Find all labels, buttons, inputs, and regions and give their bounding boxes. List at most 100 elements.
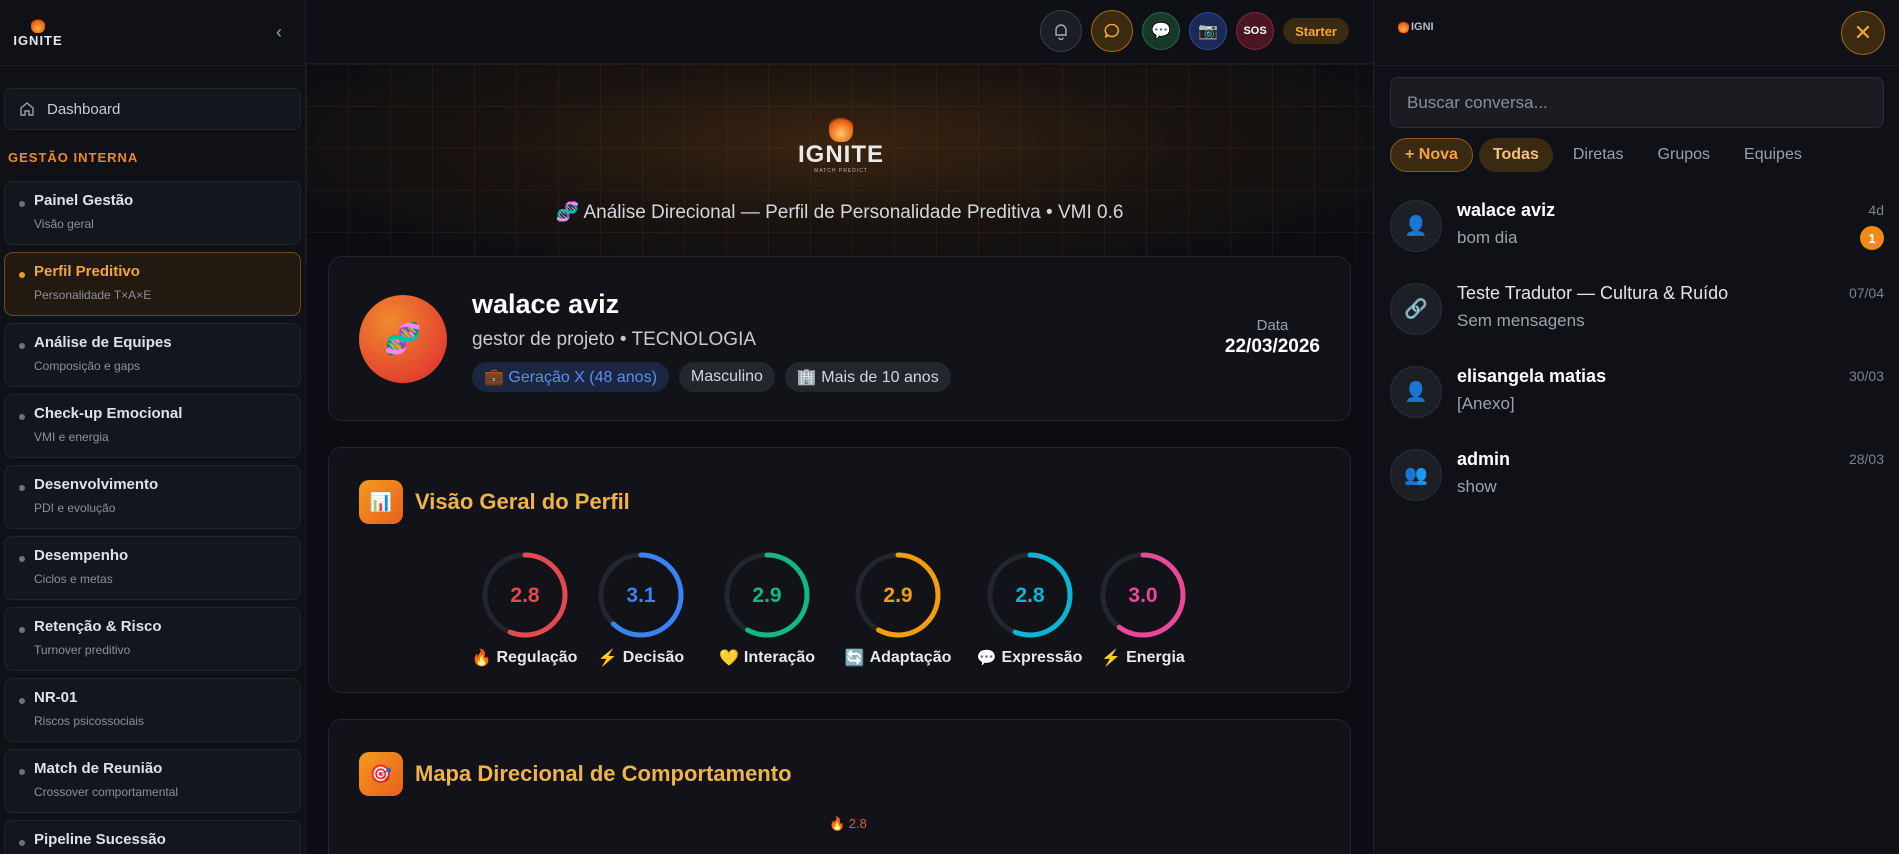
sidebar-item-pipeline-sucessao[interactable]: Pipeline Sucessão xyxy=(4,820,301,854)
sidebar-item-title: Check-up Emocional xyxy=(34,405,183,422)
gauge-ring: 3.1 xyxy=(598,552,684,638)
tab-diretas[interactable]: Diretas xyxy=(1559,138,1638,172)
sidebar-item-dashboard[interactable]: Dashboard xyxy=(4,88,301,130)
conversation-list: 👤 walace aviz bom dia 4d 1 🔗 Teste Tradutor — … xyxy=(1390,188,1884,520)
main-content: IGNITE MATCH PREDICT 🧬 Análise Direciona… xyxy=(306,0,1373,854)
conversation-item[interactable]: 👤 elisangela matias [Anexo] 30/03 xyxy=(1390,354,1884,437)
flame-icon xyxy=(829,114,853,142)
chat-toggle-button[interactable] xyxy=(1091,10,1134,52)
conversation-preview: show xyxy=(1457,477,1497,496)
close-icon: ✕ xyxy=(1853,20,1873,45)
flame-icon xyxy=(31,17,45,33)
sos-button[interactable]: SOS xyxy=(1236,12,1275,50)
tab-grupos[interactable]: Grupos xyxy=(1644,138,1724,172)
chat-logo: IGNI xyxy=(1398,20,1434,33)
sidebar-item-match-de-reuniao[interactable]: Match de Reunião Crossover comportamental xyxy=(4,749,301,813)
close-chat-button[interactable]: ✕ xyxy=(1841,11,1885,55)
tab-equipes[interactable]: Equipes xyxy=(1730,138,1816,172)
gauge-adaptacao: 2.9 🔄 Adaptação xyxy=(830,550,966,668)
sidebar: IGNITE ‹ Dashboard GESTÃO INTERNA Painel… xyxy=(0,0,306,854)
sidebar-item-subtitle: PDI e evolução xyxy=(34,501,116,515)
bullet-icon xyxy=(19,485,25,491)
sidebar-item-desempenho[interactable]: Desempenho Ciclos e metas xyxy=(4,536,301,600)
chat-header: IGNI ✕ xyxy=(1374,0,1899,66)
dna-icon: 🧬 xyxy=(384,322,422,356)
conversation-item[interactable]: 👥 admin show 28/03 xyxy=(1390,437,1884,520)
bullet-icon xyxy=(19,272,25,278)
new-conversation-button[interactable]: + Nova xyxy=(1390,138,1473,172)
gauge-value: 3.0 xyxy=(1128,584,1157,607)
conversation-name: walace aviz xyxy=(1457,200,1556,220)
gauge-ring: 2.9 xyxy=(724,552,810,638)
hero-logo-word: IGNITE xyxy=(797,141,884,168)
conversation-preview: [Anexo] xyxy=(1457,394,1515,413)
link-icon: 🔗 xyxy=(1390,283,1442,335)
unread-badge: 1 xyxy=(1860,226,1884,250)
conversation-preview: Sem mensagens xyxy=(1457,311,1585,330)
overview-header: 📊 Visão Geral do Perfil xyxy=(359,480,630,524)
map-title: Mapa Direcional de Comportamento xyxy=(415,761,792,786)
conversation-time: 28/03 xyxy=(1848,451,1884,467)
gauge-decisao: 3.1 ⚡ Decisão xyxy=(578,550,704,668)
conversation-item[interactable]: 🔗 Teste Tradutor — Cultura & Ruído Sem men… xyxy=(1390,271,1884,354)
sidebar-item-title: Match de Reunião xyxy=(34,760,163,777)
sidebar-item-subtitle: Turnover preditivo xyxy=(34,643,131,657)
hero-logo-sub: MATCH PREDICT xyxy=(814,168,868,174)
gauge-label: 💛 Interação xyxy=(719,648,815,668)
sidebar-item-painel-gestao[interactable]: Painel Gestão Visão geral xyxy=(4,181,301,245)
conversation-name: Teste Tradutor — Cultura & Ruído xyxy=(1457,283,1729,303)
search-conversation-input[interactable] xyxy=(1390,77,1884,128)
sidebar-item-subtitle: Crossover comportamental xyxy=(34,785,179,799)
bullet-icon xyxy=(19,201,25,207)
ignite-logo[interactable]: IGNITE xyxy=(12,17,64,48)
bar-chart-icon: 📊 xyxy=(359,480,403,524)
gauge-regulacao: 2.8 🔥 Regulação xyxy=(471,550,578,668)
tag-gender: Masculino xyxy=(678,362,775,392)
gauge-emoji-icon: 💛 xyxy=(718,650,739,667)
bullet-icon xyxy=(19,343,25,349)
gauge-label-text: Regulação xyxy=(496,649,578,666)
hero-logo: IGNITE MATCH PREDICT xyxy=(796,114,886,174)
chat-bubble-icon xyxy=(1104,23,1120,38)
gauge-label: ⚡ Decisão xyxy=(598,648,684,668)
sidebar-item-analise-de-equipes[interactable]: Análise de Equipes Composição e gaps xyxy=(4,323,301,387)
conversation-name: admin xyxy=(1457,449,1511,469)
speech-balloon-icon: 💬 xyxy=(1151,23,1172,40)
overview-title: Visão Geral do Perfil xyxy=(415,489,630,514)
sidebar-item-perfil-preditivo[interactable]: Perfil Preditivo Personalidade T×A×E xyxy=(4,252,301,316)
hero-banner: IGNITE MATCH PREDICT 🧬 Análise Direciona… xyxy=(306,64,1373,264)
conversation-time: 30/03 xyxy=(1848,368,1884,384)
page-subtitle: 🧬 Análise Direcional — Perfil de Persona… xyxy=(555,202,1124,223)
sidebar-item-desenvolvimento[interactable]: Desenvolvimento PDI e evolução xyxy=(4,465,301,529)
tab-todas[interactable]: Todas xyxy=(1478,138,1553,172)
gauge-emoji-icon: ⚡ xyxy=(1101,650,1122,667)
conversation-item[interactable]: 👤 walace aviz bom dia 4d 1 xyxy=(1390,188,1884,271)
sidebar-item-check-up-emocional[interactable]: Check-up Emocional VMI e energia xyxy=(4,394,301,458)
sidebar-item-title: NR-01 xyxy=(34,689,78,706)
camera-button[interactable]: 📷 xyxy=(1189,12,1228,50)
bullet-icon xyxy=(19,840,25,846)
notifications-button[interactable] xyxy=(1040,10,1083,52)
sidebar-nav-list: Painel Gestão Visão geral Perfil Preditivo… xyxy=(0,181,305,854)
gauge-ring: 2.8 xyxy=(482,552,567,638)
sidebar-item-retencao-risco[interactable]: Retenção & Risco Turnover preditivo xyxy=(4,607,301,671)
chat-filter-tabs: + Nova Todas Diretas Grupos Equipes xyxy=(1390,138,1816,172)
gauge-value: 2.8 xyxy=(1015,584,1045,607)
profile-overview-card: 📊 Visão Geral do Perfil 2.8 🔥 Regulação 3.1… xyxy=(328,447,1351,693)
plan-badge[interactable]: Starter xyxy=(1283,18,1349,44)
collapse-sidebar-button[interactable]: ‹ xyxy=(267,21,291,45)
sidebar-item-title: Análise de Equipes xyxy=(34,334,172,351)
sidebar-item-title: Desempenho xyxy=(34,547,129,564)
sidebar-item-nr-01[interactable]: NR-01 Riscos psicossociais xyxy=(4,678,301,742)
section-label-gestao-interna: GESTÃO INTERNA xyxy=(8,150,139,165)
gauge-label-text: Expressão xyxy=(1001,649,1083,666)
sidebar-item-title: Retenção & Risco xyxy=(34,618,162,635)
gauge-value: 2.8 xyxy=(510,584,540,607)
sidebar-item-title: Desenvolvimento xyxy=(34,476,159,493)
bullet-icon xyxy=(19,769,25,775)
topbar: 💬 📷 SOS Starter xyxy=(306,0,1373,64)
gauge-label: 🔥 Regulação xyxy=(472,648,578,668)
sidebar-item-subtitle: Ciclos e metas xyxy=(34,572,113,586)
gauge-emoji-icon: ⚡ xyxy=(597,650,618,667)
messages-button[interactable]: 💬 xyxy=(1142,12,1181,50)
